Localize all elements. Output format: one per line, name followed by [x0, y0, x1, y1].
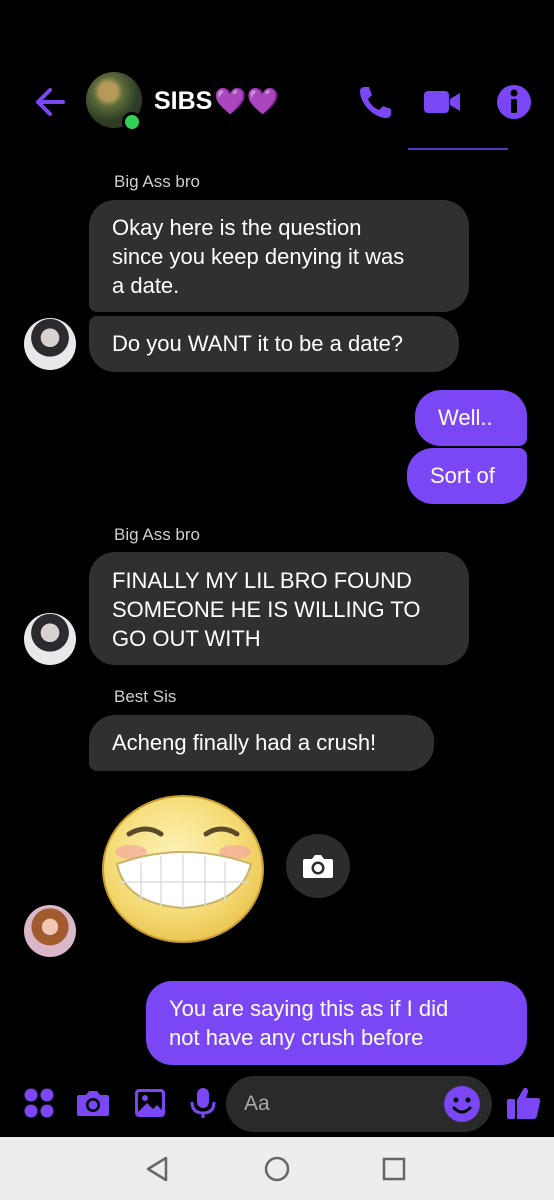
message-line: Okay here is the question [112, 215, 362, 240]
apps-icon[interactable] [22, 1086, 56, 1120]
scroll-divider [408, 148, 508, 150]
microphone-icon[interactable] [186, 1086, 220, 1120]
phone-icon[interactable] [356, 82, 396, 122]
emoji-icon[interactable] [443, 1085, 481, 1123]
message-text: Sort of [430, 463, 495, 488]
nav-back-icon[interactable] [142, 1153, 174, 1185]
message-line: SOMEONE HE IS WILLING TO [112, 597, 421, 622]
avatar-big-ass-bro[interactable] [24, 318, 76, 370]
gallery-icon[interactable] [133, 1086, 167, 1120]
sender-name: Big Ass bro [114, 172, 200, 191]
avatar-big-ass-bro[interactable] [24, 613, 76, 665]
nav-home-icon[interactable] [261, 1153, 293, 1185]
chat-title[interactable]: SIBS 💜💜 [154, 86, 279, 117]
save-photo-button[interactable] [286, 834, 350, 898]
message-text: Do you WANT it to be a date? [112, 331, 404, 356]
nav-recents-icon[interactable] [378, 1153, 410, 1185]
message-text: Well.. [438, 405, 493, 430]
thumbs-up-icon[interactable] [505, 1084, 543, 1122]
message-bubble[interactable]: Do you WANT it to be a date? [89, 316, 459, 372]
avatar-best-sis[interactable] [24, 905, 76, 957]
message-line: You are saying this as if I did [169, 996, 449, 1021]
chat-title-text: SIBS [154, 87, 213, 115]
title-hearts: 💜💜 [214, 86, 280, 116]
camera-icon [303, 855, 333, 878]
message-bubble[interactable]: Okay here is the question since you keep… [89, 200, 469, 312]
message-bubble[interactable]: Acheng finally had a crush! [89, 715, 434, 771]
message-bubble[interactable]: FINALLY MY LIL BRO FOUND SOMEONE HE IS W… [89, 552, 469, 665]
message-line: FINALLY MY LIL BRO FOUND [112, 568, 412, 593]
message-line: since you keep denying it was [112, 244, 405, 269]
online-status-dot [122, 112, 142, 132]
message-line: GO OUT WITH [112, 626, 261, 651]
my-message-bubble[interactable]: You are saying this as if I did not have… [146, 981, 527, 1065]
my-message-bubble[interactable]: Well.. [415, 390, 527, 446]
info-icon[interactable] [494, 82, 534, 122]
camera-icon[interactable] [76, 1086, 110, 1120]
sender-name: Big Ass bro [114, 525, 200, 544]
grinning-emoji-sticker[interactable] [101, 794, 266, 944]
back-arrow-icon[interactable] [30, 84, 66, 120]
message-text: Acheng finally had a crush! [112, 730, 377, 755]
message-line: a date. [112, 273, 180, 298]
message-line: not have any crush before [169, 1025, 424, 1050]
message-input-placeholder: Aa [244, 1092, 270, 1115]
sender-name: Best Sis [114, 687, 177, 706]
video-camera-icon[interactable] [422, 82, 462, 122]
my-message-bubble[interactable]: Sort of [407, 448, 527, 504]
